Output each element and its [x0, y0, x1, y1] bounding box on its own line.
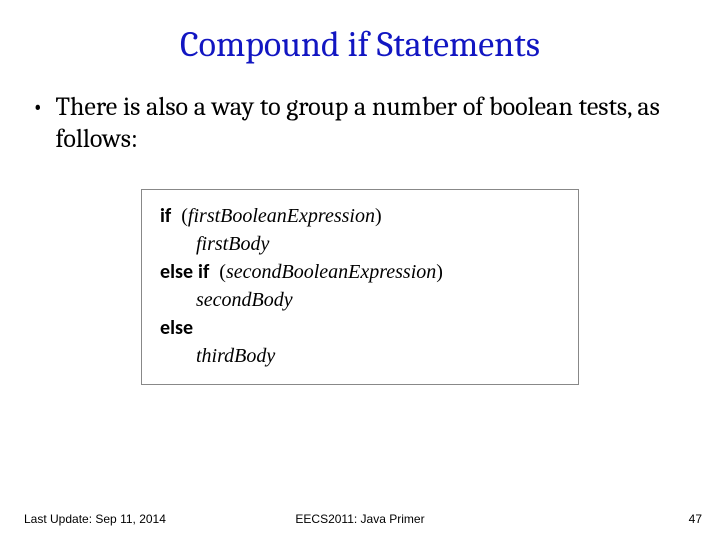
code-line-body1: firstBody: [160, 230, 560, 258]
keyword-else: else: [160, 258, 193, 286]
first-body: firstBody: [196, 230, 269, 258]
second-body: secondBody: [196, 286, 293, 314]
paren-close: ): [375, 202, 382, 230]
keyword-elseif-if: if: [198, 258, 209, 286]
code-example-box: if ( firstBooleanExpression ) firstBody …: [141, 189, 579, 385]
keyword-if: if: [160, 202, 171, 230]
footer-page-number: 47: [689, 512, 702, 526]
first-expression: firstBooleanExpression: [188, 202, 375, 230]
keyword-else-final: else: [160, 314, 193, 342]
code-line-body3: thirdBody: [160, 342, 560, 370]
slide-footer: Last Update: Sep 11, 2014 EECS2011: Java…: [0, 512, 720, 526]
paren-open-2: (: [219, 258, 226, 286]
paren-close-2: ): [436, 258, 443, 286]
slide-title: Compound if Statements: [0, 0, 720, 65]
third-body: thirdBody: [196, 342, 275, 370]
bullet-item: • There is also a way to group a number …: [28, 91, 692, 155]
code-line-if: if ( firstBooleanExpression ): [160, 202, 560, 230]
second-expression: secondBooleanExpression: [226, 258, 436, 286]
code-line-else: else: [160, 314, 560, 342]
code-line-body2: secondBody: [160, 286, 560, 314]
paren-open: (: [181, 202, 188, 230]
bullet-dot-icon: •: [32, 91, 44, 123]
bullet-text: There is also a way to group a number of…: [56, 91, 692, 155]
footer-date: Last Update: Sep 11, 2014: [24, 512, 166, 526]
code-line-elseif: else if ( secondBooleanExpression ): [160, 258, 560, 286]
